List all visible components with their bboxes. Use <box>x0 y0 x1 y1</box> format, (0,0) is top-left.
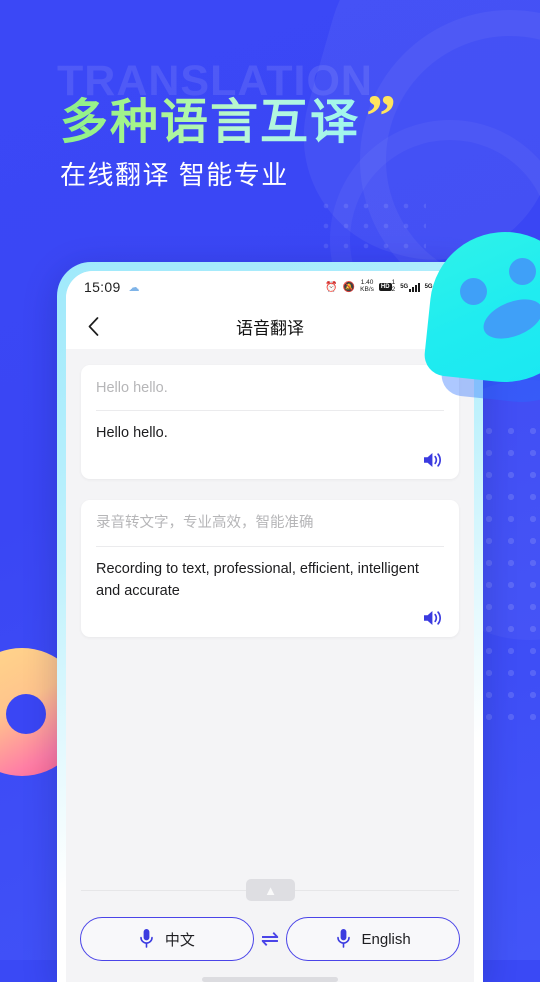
decor-bubble-dot-left <box>460 278 487 305</box>
decor-dot-grid-right <box>478 420 540 720</box>
translation-card[interactable]: Hello hello. Hello hello. <box>81 365 459 480</box>
swap-arrows-icon[interactable]: ⇌ <box>261 928 279 950</box>
source-text: Hello hello. <box>96 378 444 412</box>
home-indicator-area <box>66 961 474 982</box>
home-indicator[interactable] <box>202 977 338 982</box>
language-toolbar: 中文 ⇌ English <box>66 902 474 961</box>
mic-button-source-language[interactable]: 中文 <box>80 917 254 961</box>
translated-text: Recording to text, professional, efficie… <box>96 560 419 599</box>
target-language-label: English <box>361 930 411 948</box>
speaker-icon[interactable] <box>422 450 444 470</box>
chevron-double-up-icon: ▲ <box>264 882 277 898</box>
hd-badge-label: HD <box>378 283 392 291</box>
page-title: 多种语言互译 <box>60 82 360 152</box>
source-text: 录音转文字，专业高效，智能准确 <box>96 513 444 547</box>
translated-text: Hello hello. <box>96 425 168 442</box>
status-time: 15:09 <box>84 279 121 295</box>
speaker-icon[interactable] <box>422 608 444 628</box>
translation-list: Hello hello. Hello hello. 录音转文字，专业高效，智能准… <box>66 349 474 878</box>
hd-sim-2: 2 <box>391 286 396 293</box>
bell-muted-icon: 🔕 <box>342 281 356 293</box>
page-subtitle: 在线翻译 智能专业 <box>60 160 289 190</box>
decor-bubble-dot-right <box>509 258 536 285</box>
alarm-clock-icon: ⏰ <box>325 281 338 293</box>
quote-mark-icon: ” <box>366 83 396 149</box>
phone-screen: 15:09 ☁ ⏰ 🔕 1.40 KB/s HD 1 2 5G 5G 语音翻译 … <box>66 271 474 982</box>
microphone-icon <box>336 928 351 950</box>
collapse-button[interactable]: ▲ <box>245 879 295 901</box>
cloud-sync-icon: ☁ <box>128 281 140 294</box>
signal-sim1-icon: 5G <box>400 282 420 292</box>
hd-sim-index: 1 2 <box>391 279 396 294</box>
mic-button-target-language[interactable]: English <box>286 917 460 961</box>
app-title: 语音翻译 <box>236 318 304 338</box>
sim1-network-label: 5G <box>400 284 409 290</box>
translation-card[interactable]: 录音转文字，专业高效，智能准确 Recording to text, profe… <box>81 500 459 638</box>
collapse-handle-row: ▲ <box>66 878 474 902</box>
source-language-label: 中文 <box>164 931 195 949</box>
network-speed-unit: KB/s <box>360 286 374 293</box>
network-speed: 1.40 KB/s <box>360 279 374 294</box>
app-header: 语音翻译 <box>66 303 474 349</box>
phone-mockup: 15:09 ☁ ⏰ 🔕 1.40 KB/s HD 1 2 5G 5G 语音翻译 … <box>57 262 483 982</box>
microphone-icon <box>139 928 154 950</box>
status-bar: 15:09 ☁ ⏰ 🔕 1.40 KB/s HD 1 2 5G 5G <box>66 271 474 303</box>
hd-call-icon: HD 1 2 <box>378 279 396 294</box>
